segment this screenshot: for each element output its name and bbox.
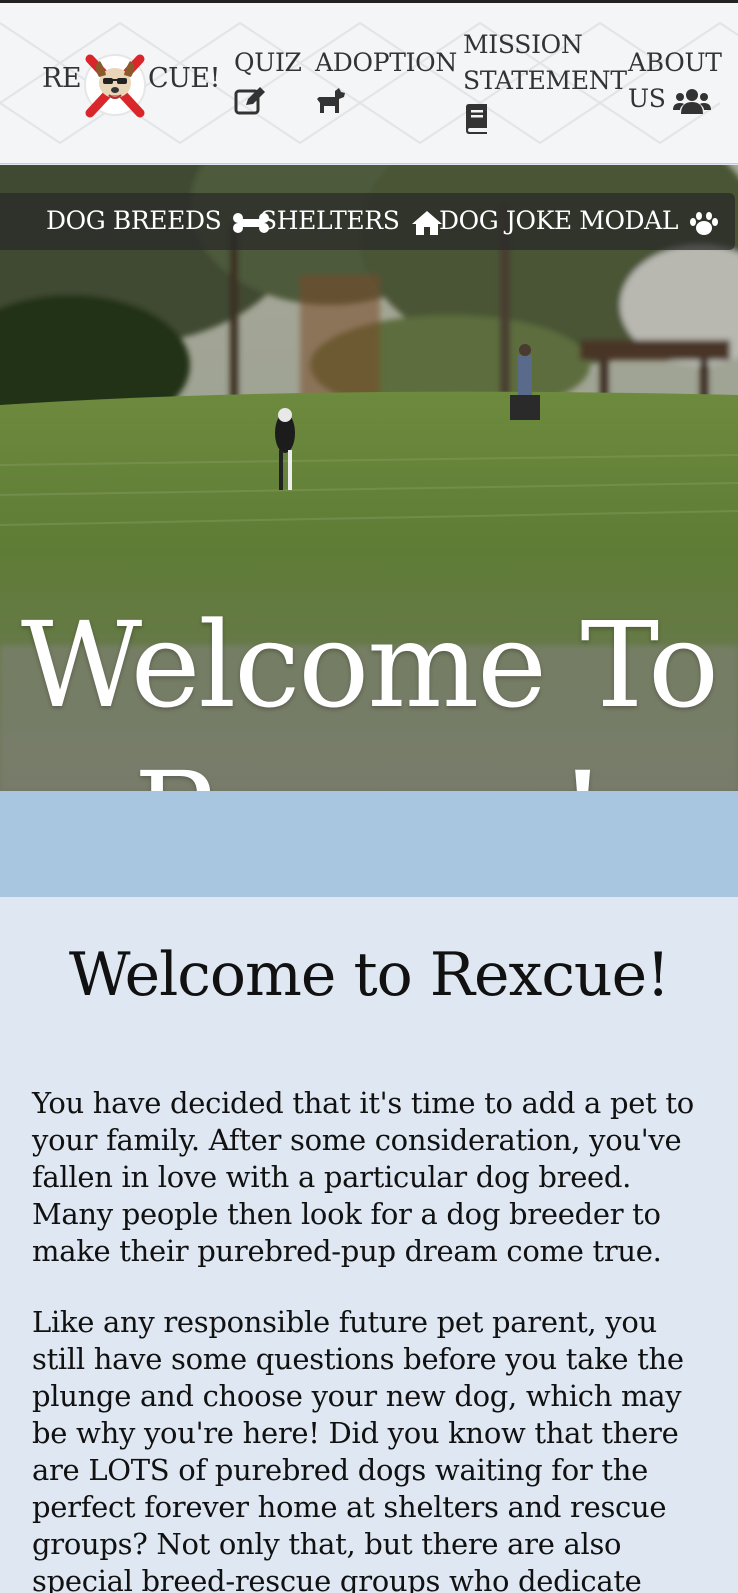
- subnav-dog-joke-label: DOG JOKE MODAL: [439, 206, 679, 235]
- main-heading: Welcome to Rexcue!: [68, 940, 670, 1010]
- nav-quiz[interactable]: QUIZ: [234, 45, 302, 117]
- hero-banner: Welcome To Rexcue!: [0, 165, 738, 791]
- book-icon: [466, 103, 487, 134]
- subnav-dog-joke-modal[interactable]: DOG JOKE MODAL: [439, 203, 718, 239]
- color-band: [0, 791, 738, 897]
- hero-title: Welcome To Rexcue!: [0, 590, 738, 791]
- subnav-dog-breeds[interactable]: DOG BREEDS: [46, 203, 269, 239]
- nav-adoption-label: ADOPTION: [315, 48, 457, 77]
- subnav-shelters-label: SHELTERS: [260, 206, 400, 235]
- subnav-dog-breeds-label: DOG BREEDS: [46, 206, 222, 235]
- logo-text-left: RE: [42, 63, 82, 94]
- nav-about-label-line2: US: [628, 84, 666, 113]
- subnav-shelters[interactable]: SHELTERS: [260, 203, 443, 239]
- logo-text-right: CUE!: [148, 63, 220, 94]
- nav-about-label-line1: ABOUT: [628, 48, 722, 77]
- paw-icon: [689, 211, 718, 235]
- nav-mission-statement[interactable]: MISSION STATEMENT: [463, 27, 627, 135]
- secondary-navbar: DOG BREEDS SHELTERS DOG JOKE MODAL: [0, 193, 735, 250]
- nav-quiz-label: QUIZ: [234, 48, 302, 77]
- edit-icon: [234, 86, 265, 114]
- dog-icon: [317, 87, 345, 113]
- site-logo[interactable]: RE CUE!: [42, 47, 220, 123]
- nav-mission-label-line2: STATEMENT: [463, 66, 627, 95]
- main-content: Welcome to Rexcue! You have decided that…: [0, 897, 738, 1593]
- hero-title-line1: Welcome To: [20, 596, 719, 734]
- intro-paragraph-2: Like any responsible future pet parent, …: [32, 1305, 684, 1593]
- nav-mission-label-line1: MISSION: [463, 30, 583, 59]
- users-icon: [673, 88, 712, 114]
- nav-about-us[interactable]: ABOUT US: [628, 45, 722, 117]
- rescue-dog-icon: [84, 54, 146, 118]
- intro-paragraph-1: You have decided that it's time to add a…: [32, 1086, 694, 1268]
- hero-title-line2: Rexcue!: [0, 740, 738, 791]
- nav-adoption[interactable]: ADOPTION: [315, 45, 457, 117]
- top-navbar: RE CUE! QUIZ ADOPTION MISSION STATEMENT …: [0, 0, 738, 164]
